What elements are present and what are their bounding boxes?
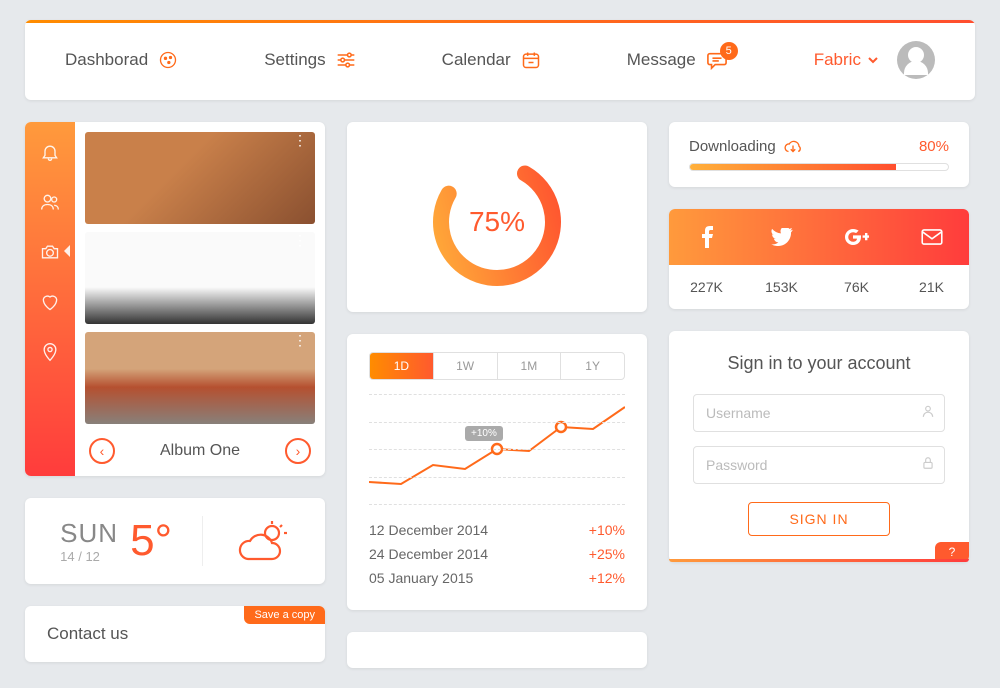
nav-message[interactable]: Message 5 — [627, 50, 728, 70]
users-icon[interactable] — [40, 192, 60, 212]
bottom-card — [347, 632, 647, 668]
download-card: Downloading 80% — [669, 122, 969, 187]
album-title: Album One — [160, 442, 240, 460]
album-card: ⋮ ⋮ ⋮ ‹ Album One › — [25, 122, 325, 476]
top-nav: Dashborad Settings Calendar Message 5 Fa… — [25, 20, 975, 100]
twitter-count: 153K — [744, 265, 819, 309]
prev-button[interactable]: ‹ — [89, 438, 115, 464]
weather-temp: 5° — [130, 516, 172, 566]
twitter-icon[interactable] — [744, 209, 819, 265]
more-icon[interactable]: ⋮ — [293, 338, 307, 342]
cloud-sun-icon — [234, 519, 290, 563]
bell-icon[interactable] — [40, 142, 60, 162]
message-badge: 5 — [720, 42, 738, 60]
location-icon[interactable] — [40, 342, 60, 362]
more-icon[interactable]: ⋮ — [293, 138, 307, 142]
history-row: 24 December 2014+25% — [369, 542, 625, 566]
nav-settings[interactable]: Settings — [264, 50, 355, 70]
help-button[interactable]: ? — [935, 542, 969, 562]
download-percent: 80% — [919, 138, 949, 155]
album-photo[interactable]: ⋮ — [85, 132, 315, 224]
username-input[interactable] — [693, 394, 945, 432]
download-label: Downloading — [689, 138, 776, 155]
nav-calendar[interactable]: Calendar — [442, 50, 541, 70]
line-chart: +10% — [369, 394, 625, 504]
range-1m[interactable]: 1M — [498, 353, 562, 379]
chevron-down-icon — [867, 54, 879, 66]
calendar-icon — [521, 50, 541, 70]
contact-title: Contact us — [47, 624, 303, 644]
google-plus-icon[interactable] — [819, 209, 894, 265]
history-row: 05 January 2015+12% — [369, 566, 625, 590]
history-list: 12 December 2014+10% 24 December 2014+25… — [369, 518, 625, 590]
heart-icon[interactable] — [40, 292, 60, 312]
range-1y[interactable]: 1Y — [561, 353, 624, 379]
album-photo[interactable]: ⋮ — [85, 332, 315, 424]
google-count: 76K — [819, 265, 894, 309]
signin-button[interactable]: SIGN IN — [748, 502, 889, 536]
history-row: 12 December 2014+10% — [369, 518, 625, 542]
nav-calendar-label: Calendar — [442, 50, 511, 70]
lock-icon — [921, 456, 935, 470]
mail-icon[interactable] — [894, 209, 969, 265]
contact-card: Save a copy Contact us — [25, 606, 325, 662]
save-copy-button[interactable]: Save a copy — [244, 606, 325, 624]
range-1d[interactable]: 1D — [370, 353, 434, 379]
mail-count: 21K — [894, 265, 969, 309]
range-tabs: 1D 1W 1M 1Y — [369, 352, 625, 380]
chart-tooltip: +10% — [465, 426, 503, 441]
weather-date: 14 / 12 — [60, 549, 118, 564]
camera-icon[interactable] — [40, 242, 60, 262]
album-photo[interactable]: ⋮ — [85, 232, 315, 324]
progress-bar — [689, 163, 949, 171]
nav-message-label: Message — [627, 50, 696, 70]
signin-card: Sign in to your account SIGN IN ? — [669, 331, 969, 562]
avatar[interactable] — [897, 41, 935, 79]
next-button[interactable]: › — [285, 438, 311, 464]
sliders-icon — [336, 51, 356, 69]
fabric-label: Fabric — [814, 50, 861, 70]
fabric-dropdown[interactable]: Fabric — [814, 50, 879, 70]
user-icon — [921, 404, 935, 418]
chat-icon: 5 — [706, 50, 728, 70]
weather-card: SUN 14 / 12 5° — [25, 498, 325, 584]
cloud-download-icon — [784, 139, 802, 155]
album-sidebar — [25, 122, 75, 476]
nav-dashboard[interactable]: Dashborad — [65, 50, 178, 70]
chart-card: 1D 1W 1M 1Y +10% 12 December 2014+10 — [347, 334, 647, 610]
signin-title: Sign in to your account — [693, 353, 945, 374]
social-card: 227K 153K 76K 21K — [669, 209, 969, 309]
password-input[interactable] — [693, 446, 945, 484]
gauge-card: 75% — [347, 122, 647, 312]
facebook-icon[interactable] — [669, 209, 744, 265]
dashboard-icon — [158, 50, 178, 70]
range-1w[interactable]: 1W — [434, 353, 498, 379]
gauge-value: 75% — [427, 152, 567, 292]
nav-settings-label: Settings — [264, 50, 325, 70]
nav-dashboard-label: Dashborad — [65, 50, 148, 70]
weather-day: SUN — [60, 518, 118, 549]
more-icon[interactable]: ⋮ — [293, 238, 307, 242]
facebook-count: 227K — [669, 265, 744, 309]
